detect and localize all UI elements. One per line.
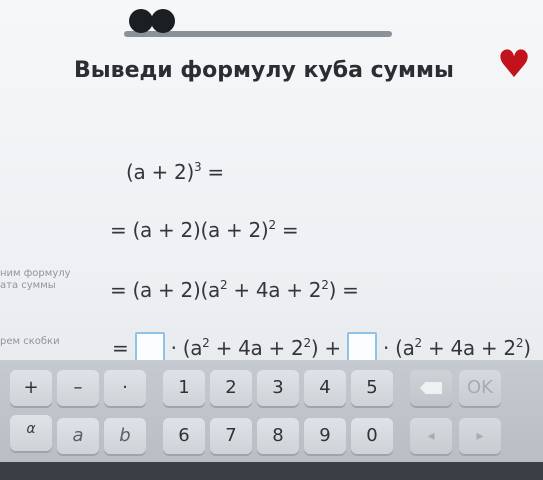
answer-input-2[interactable] bbox=[346, 332, 377, 362]
step-2-prefix: = (a + 2)(a + 2) bbox=[110, 218, 269, 242]
taskbar bbox=[0, 462, 543, 480]
step-3-text-a: = (a + 2)(a bbox=[110, 278, 220, 302]
key-5[interactable]: 5 bbox=[351, 370, 393, 406]
step-4-mid4: · (a bbox=[382, 336, 415, 360]
key-b[interactable]: b bbox=[104, 418, 146, 454]
key-1[interactable]: 1 bbox=[163, 370, 205, 406]
key-7[interactable]: 7 bbox=[210, 418, 252, 454]
step-4-tail: ) bbox=[523, 336, 531, 360]
key-ok[interactable]: OK bbox=[459, 370, 501, 406]
progress-dot bbox=[129, 9, 153, 33]
step-2-tail: = bbox=[275, 218, 299, 242]
hint-1: ним формулу ата суммы bbox=[0, 268, 71, 291]
step-2: = (a + 2)(a + 2)2 = bbox=[110, 218, 299, 242]
key-4[interactable]: 4 bbox=[304, 370, 346, 406]
step-1-tail: = bbox=[201, 160, 224, 184]
step-3: = (a + 2)(a2 + 4a + 22) = bbox=[110, 278, 359, 302]
cursor-left-key[interactable]: ◂ bbox=[410, 418, 452, 454]
step-4-exp3: 2 bbox=[414, 336, 423, 350]
key-alpha[interactable]: α bbox=[10, 415, 52, 451]
backspace-icon bbox=[420, 382, 442, 394]
key-a[interactable]: a bbox=[57, 418, 99, 454]
key-minus[interactable]: – bbox=[57, 370, 99, 406]
step-4: = · (a2 + 4a + 22) + · (a2 + 4a + 22) bbox=[112, 332, 531, 362]
key-dot[interactable]: · bbox=[104, 370, 146, 406]
cursor-right-key[interactable]: ▸ bbox=[459, 418, 501, 454]
key-2[interactable]: 2 bbox=[210, 370, 252, 406]
step-4-mid5: + 4a + 2 bbox=[421, 336, 516, 360]
step-1: (a + 2)3 = bbox=[126, 160, 224, 184]
key-3[interactable]: 3 bbox=[257, 370, 299, 406]
backspace-key[interactable] bbox=[410, 370, 452, 406]
step-3-text-b: + 4a + 2 bbox=[227, 278, 322, 302]
step-3-exp-b: 2 bbox=[321, 278, 329, 292]
step-3-tail: ) = bbox=[328, 278, 359, 302]
key-plus[interactable]: + bbox=[10, 370, 52, 406]
step-4-exp2: 2 bbox=[303, 336, 311, 350]
step-4-mid2: + 4a + 2 bbox=[209, 336, 304, 360]
step-1-base: (a + 2) bbox=[126, 160, 194, 184]
step-4-lead: = bbox=[112, 336, 129, 360]
step-4-mid3: ) + bbox=[310, 336, 341, 360]
step-4-exp1: 2 bbox=[202, 336, 210, 350]
key-0[interactable]: 0 bbox=[351, 418, 393, 454]
task-title: Выведи формулу куба суммы bbox=[74, 58, 454, 83]
heart-icon[interactable]: ♥ bbox=[497, 44, 537, 84]
answer-input-1[interactable] bbox=[134, 332, 165, 362]
key-6[interactable]: 6 bbox=[163, 418, 205, 454]
screen: ♥ Выведи формулу куба суммы (a + 2)3 = =… bbox=[0, 0, 543, 480]
key-8[interactable]: 8 bbox=[257, 418, 299, 454]
progress-dot bbox=[151, 9, 175, 33]
key-9[interactable]: 9 bbox=[304, 418, 346, 454]
step-2-exp: 2 bbox=[268, 218, 276, 232]
hint-2: рем скобки bbox=[0, 336, 60, 347]
step-4-mid1: · (a bbox=[170, 336, 203, 360]
